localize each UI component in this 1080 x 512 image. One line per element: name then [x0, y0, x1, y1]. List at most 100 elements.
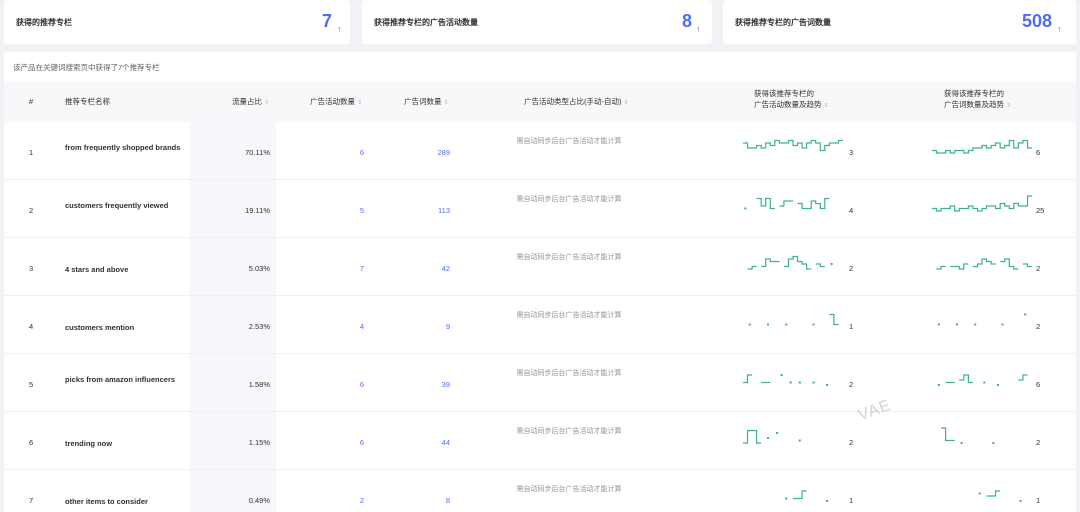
stat-label: 获得推荐专栏的广告活动数量 [374, 18, 478, 27]
campaign-trend-sparkline[interactable] [743, 368, 843, 392]
keyword-trend-value: 6 [1036, 380, 1041, 389]
row-campaign-count-link[interactable]: 2 [276, 496, 364, 505]
row-index: 6 [29, 438, 34, 447]
table-row[interactable]: 1 from frequently shopped brands 70.11% … [4, 122, 1076, 180]
col-name: 推荐专栏名称 [65, 97, 110, 106]
row-campaign-count-link[interactable]: 7 [276, 264, 364, 273]
col-label: 广告词数量 [404, 97, 442, 106]
row-campaign-type-share: 需自动同步后台广告活动才能计算 [516, 428, 622, 435]
row-campaign-count-link[interactable]: 5 [276, 206, 364, 215]
col-label: 流量占比 [232, 97, 262, 106]
stat-label: 获得的推荐专栏 [16, 18, 72, 27]
col-campaign-count[interactable]: 广告活动数量 ⇕ [310, 96, 362, 109]
row-traffic-share: 5.03% [248, 264, 270, 273]
row-traffic-share: 70.11% [245, 148, 270, 157]
sort-icon[interactable]: ⇕ [1006, 103, 1011, 109]
col-keyword-count[interactable]: 广告词数量 ⇕ [404, 96, 449, 109]
row-index: 4 [29, 322, 34, 331]
sparkline-segment [972, 258, 996, 268]
keyword-trend-sparkline[interactable] [932, 252, 1032, 276]
col-traffic-share[interactable]: 流量占比 ⇕ [232, 96, 269, 109]
table-row[interactable]: 2 customers frequently viewed 19.11% 5 1… [4, 180, 1076, 238]
row-name: other items to consider [65, 497, 148, 506]
campaign-trend-value: 2 [849, 438, 854, 447]
col-campaign-trend[interactable]: 获得该推荐专栏的 广告活动数量及趋势 ⇕ [754, 88, 829, 112]
keyword-trend-sparkline[interactable] [932, 368, 1032, 392]
campaign-trend-sparkline[interactable] [743, 484, 843, 508]
col-label: 广告活动类型占比(手动-自动) [524, 97, 622, 106]
table-row[interactable]: 4 customers mention 2.53% 4 9 需自动同步后台广告活… [4, 296, 1076, 354]
row-keyword-count-link[interactable]: 113 [364, 206, 450, 215]
sparkline-segment [932, 139, 1032, 154]
campaign-trend-value: 1 [849, 496, 854, 505]
row-keyword-count-link[interactable]: 39 [364, 380, 450, 389]
keyword-trend-sparkline[interactable] [932, 310, 1032, 334]
table-row[interactable]: 6 trending now 1.15% 6 44 需自动同步后台广告活动才能计… [4, 412, 1076, 470]
sparkline-point [812, 323, 815, 326]
sparkline-segment [793, 490, 807, 500]
sparkline-point [767, 437, 769, 439]
campaign-trend-sparkline[interactable] [743, 136, 843, 160]
stat-value: 7 [322, 11, 333, 31]
table-row[interactable]: 3 4 stars and above 5.03% 7 42 需自动同步后台广告… [4, 238, 1076, 296]
up-arrow-icon: ↑ [337, 24, 342, 34]
sparkline-point [937, 384, 940, 386]
col-campaign-type-share[interactable]: 广告活动类型占比(手动-自动) ⇕ [524, 96, 629, 109]
keyword-trend-sparkline[interactable] [932, 194, 1032, 218]
row-campaign-type-share: 需自动同步后台广告活动才能计算 [516, 486, 622, 493]
sparkline-segment [936, 265, 946, 270]
sparkline-segment [950, 263, 969, 270]
stat-value: 508 [1022, 11, 1053, 31]
sort-icon[interactable]: ⇕ [624, 100, 629, 106]
sort-icon[interactable]: ⇕ [824, 103, 829, 109]
keyword-trend-value: 1 [1036, 496, 1041, 505]
col-keyword-trend[interactable]: 获得该推荐专栏的 广告词数量及趋势 ⇕ [944, 88, 1011, 112]
stat-card-campaigns: 获得推荐专栏的广告活动数量 8 ↑ [362, 0, 712, 44]
row-keyword-count-link[interactable]: 42 [364, 264, 450, 273]
row-campaign-count-link[interactable]: 6 [276, 380, 364, 389]
table-row[interactable]: 7 other items to consider 0.49% 2 8 需自动同… [4, 470, 1076, 512]
keyword-trend-value: 2 [1036, 264, 1041, 273]
row-keyword-count-link[interactable]: 9 [364, 322, 450, 331]
row-traffic-share: 1.58% [248, 380, 270, 389]
campaign-trend-sparkline[interactable] [743, 252, 843, 276]
sparkline-segment [1000, 258, 1019, 270]
sparkline-point [812, 381, 815, 384]
campaign-trend-sparkline[interactable] [743, 194, 843, 218]
row-keyword-count-link[interactable]: 44 [364, 438, 450, 447]
keyword-trend-sparkline[interactable] [932, 136, 1032, 160]
sort-icon[interactable]: ⇕ [264, 100, 269, 106]
up-arrow-icon: ↑ [696, 24, 701, 34]
row-campaign-type-share: 需自动同步后台广告活动才能计算 [516, 254, 622, 261]
row-campaign-count-link[interactable]: 4 [276, 322, 364, 331]
sparkline-point [830, 263, 833, 265]
table-row[interactable]: 5 picks from amazon influencers 1.58% 6 … [4, 354, 1076, 412]
campaign-trend-sparkline[interactable] [743, 310, 843, 334]
row-campaign-count-link[interactable]: 6 [276, 438, 364, 447]
col-label-line2: 广告词数量及趋势 [944, 100, 1004, 109]
row-keyword-count-link[interactable]: 8 [364, 496, 450, 505]
summary-note: 该产品在关键词搜索页中获得了7个推荐专栏 [13, 63, 160, 72]
row-name: from frequently shopped brands [65, 143, 181, 152]
sparkline-segment [743, 429, 762, 444]
row-campaign-count-link[interactable]: 6 [276, 148, 364, 157]
row-keyword-count-link[interactable]: 289 [364, 148, 450, 157]
campaign-trend-sparkline[interactable] [743, 426, 843, 450]
sort-icon[interactable]: ⇕ [357, 100, 362, 106]
sparkline-point [960, 442, 963, 444]
keyword-trend-value: 6 [1036, 148, 1041, 157]
sparkline-segment [815, 263, 825, 268]
keyword-trend-sparkline[interactable] [932, 426, 1032, 450]
sparkline-segment [747, 265, 757, 270]
sparkline-segment [797, 197, 830, 210]
sparkline-segment [756, 197, 775, 210]
sparkline-point [956, 323, 958, 326]
sort-icon[interactable]: ⇕ [444, 100, 449, 106]
sparkline-segment [959, 374, 973, 384]
col-label: 广告活动数量 [310, 97, 355, 106]
keyword-trend-value: 2 [1036, 322, 1041, 331]
col-label-line1: 获得该推荐专栏的 [754, 89, 814, 98]
row-campaign-type-share: 需自动同步后台广告活动才能计算 [516, 312, 622, 319]
sparkline-segment [761, 258, 780, 268]
keyword-trend-sparkline[interactable] [932, 484, 1032, 508]
